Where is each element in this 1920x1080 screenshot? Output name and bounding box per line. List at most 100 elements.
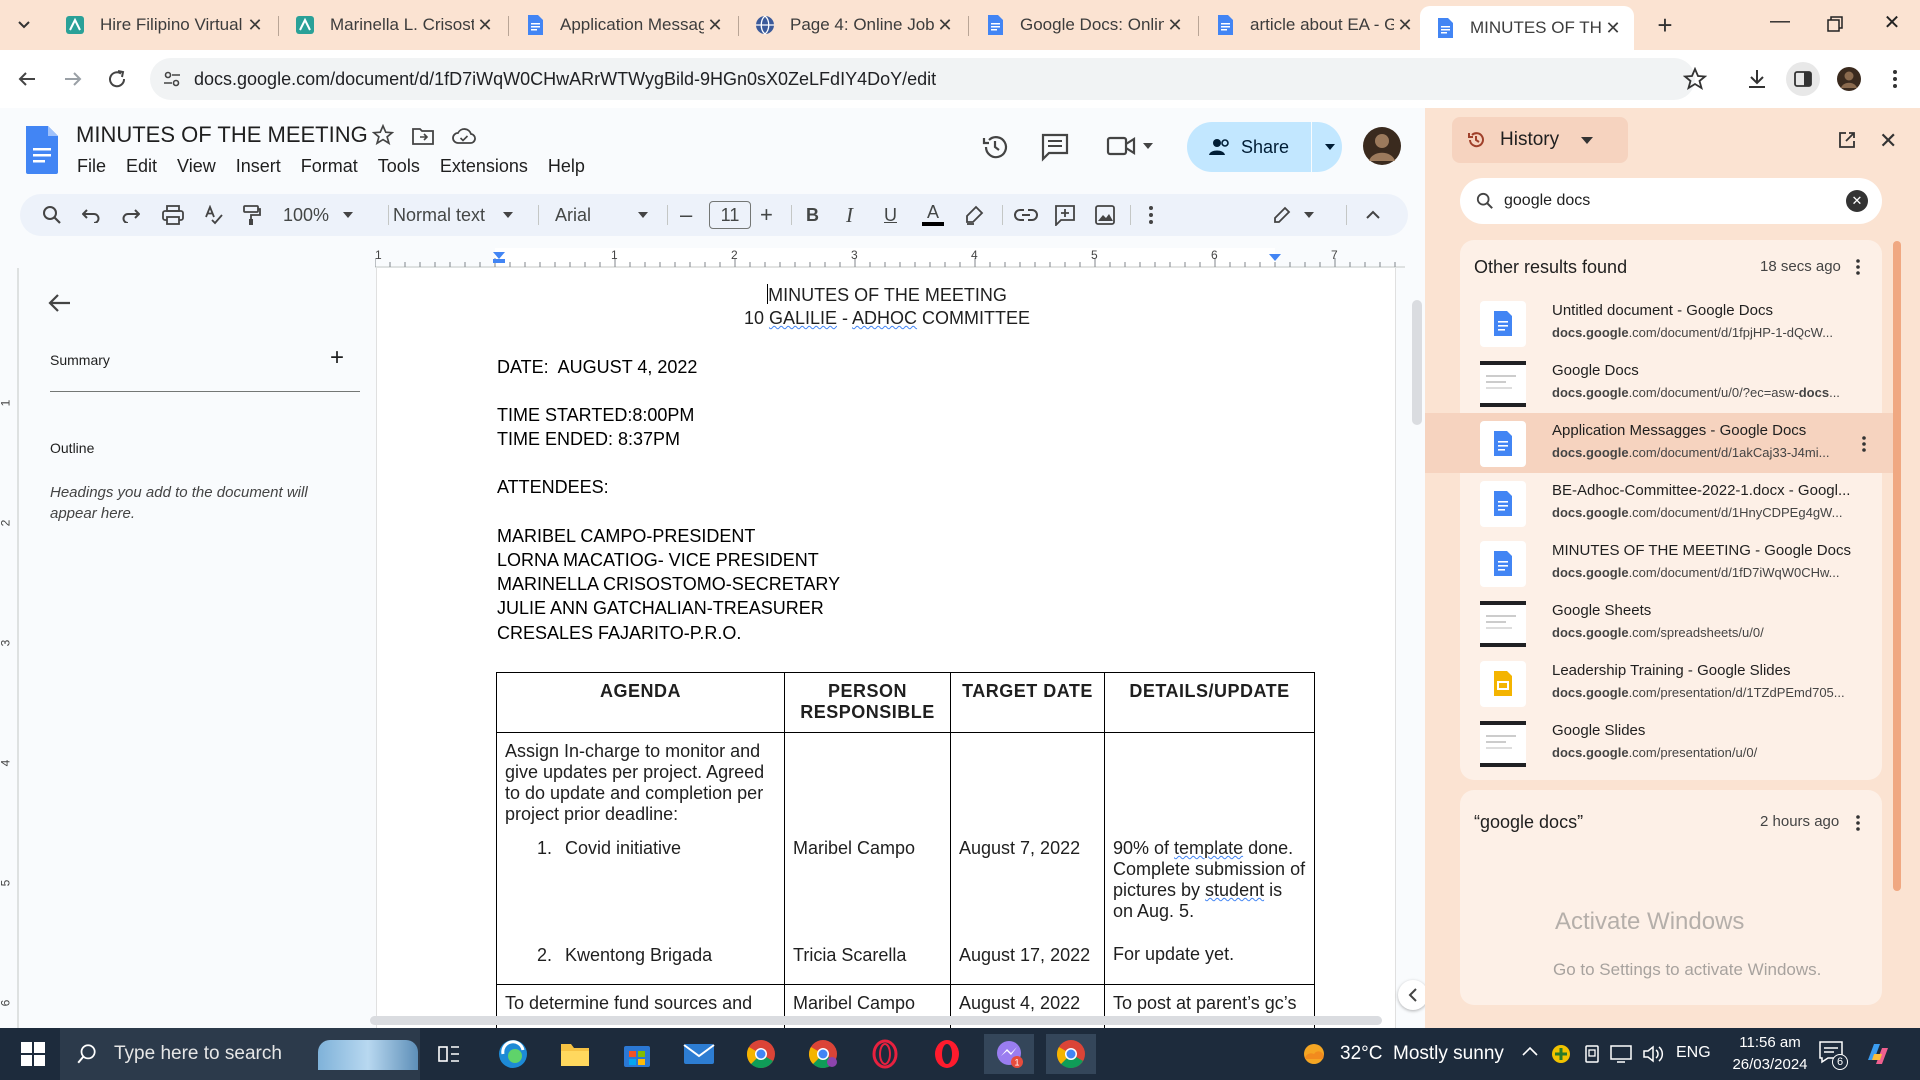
history-result-item[interactable]: BE-Adhoc-Committee-2022-1.docx - Googl..… — [1425, 473, 1895, 533]
result-menu-icon[interactable] — [1861, 435, 1867, 453]
back-arrow-icon[interactable] — [48, 292, 72, 314]
close-tab-icon[interactable]: ✕ — [1164, 15, 1186, 36]
history-scrollbar[interactable] — [1893, 241, 1901, 891]
decrease-font-size-button[interactable]: – — [680, 194, 692, 236]
print-icon[interactable] — [162, 194, 184, 236]
spellcheck-icon[interactable] — [204, 194, 224, 236]
omnibox[interactable]: docs.google.com/document/d/1fD7iWqW0CHwA… — [150, 58, 1695, 100]
comments-icon[interactable] — [1040, 132, 1070, 162]
close-tab-icon[interactable]: ✕ — [474, 15, 496, 36]
messenger-icon[interactable]: 1 — [984, 1034, 1034, 1074]
history-result-item[interactable]: Application Messagges - Google Docs docs.… — [1425, 413, 1895, 473]
menu-file[interactable]: File — [77, 156, 106, 177]
font-size-input[interactable]: 11 — [709, 201, 751, 229]
star-icon[interactable] — [372, 124, 394, 146]
history-result-item[interactable]: MINUTES OF THE MEETING - Google Docs docs… — [1425, 533, 1895, 593]
menu-tools[interactable]: Tools — [378, 156, 420, 177]
clear-search-icon[interactable]: ✕ — [1846, 190, 1868, 212]
bold-button[interactable]: B — [806, 194, 819, 236]
show-hidden-icons[interactable] — [1522, 1046, 1538, 1056]
horizontal-scrollbar[interactable] — [370, 1016, 1382, 1025]
close-tab-icon[interactable]: ✕ — [704, 15, 726, 36]
menu-help[interactable]: Help — [548, 156, 585, 177]
table-cell-date[interactable]: August 7, 2022 August 17, 2022 — [950, 732, 1105, 985]
restore-icon[interactable] — [1814, 10, 1854, 40]
menu-extensions[interactable]: Extensions — [440, 156, 528, 177]
weather-widget[interactable]: 32°C Mostly sunny — [1300, 1028, 1504, 1080]
horizontal-ruler[interactable]: 1 1 2 3 4 5 6 7 — [375, 248, 1405, 268]
vertical-ruler[interactable]: 1 2 3 4 5 6 — [0, 268, 20, 1028]
misspelled-word[interactable]: ADHOC — [852, 308, 917, 328]
file-explorer-icon[interactable] — [550, 1034, 600, 1074]
mail-icon[interactable] — [674, 1034, 724, 1074]
close-tab-icon[interactable]: ✕ — [1602, 18, 1624, 39]
misspelled-word[interactable]: student — [1205, 880, 1264, 900]
browser-tab[interactable]: Marinella L. Crisostor ✕ — [280, 8, 506, 42]
history-search-input[interactable]: google docs ✕ — [1460, 178, 1882, 224]
back-icon[interactable] — [12, 64, 42, 94]
chevron-down-icon[interactable] — [1324, 143, 1336, 151]
copilot-icon[interactable] — [1864, 1040, 1892, 1068]
text-color-button[interactable]: A — [922, 194, 944, 236]
redo-icon[interactable] — [122, 194, 140, 236]
meet-icon[interactable] — [1106, 132, 1154, 160]
history-dropdown[interactable]: History — [1452, 117, 1628, 163]
browser-tab-active[interactable]: MINUTES OF THE ME ✕ — [1420, 6, 1634, 50]
misspelled-word[interactable]: template — [1174, 838, 1243, 858]
italic-button[interactable]: I — [846, 194, 853, 236]
open-in-new-tab-icon[interactable] — [1837, 130, 1857, 150]
volume-icon[interactable] — [1642, 1044, 1664, 1064]
add-summary-button[interactable]: + — [330, 344, 344, 372]
collapse-side-panel-button[interactable] — [1398, 980, 1428, 1010]
undo-icon[interactable] — [82, 194, 100, 236]
menu-edit[interactable]: Edit — [126, 156, 157, 177]
reload-icon[interactable] — [102, 64, 132, 94]
microsoft-store-icon[interactable] — [612, 1034, 662, 1074]
history-result-item[interactable]: Untitled document - Google Docs docs.goog… — [1425, 293, 1895, 353]
notification-center-icon[interactable]: 6 — [1818, 1040, 1848, 1070]
table-cell-details[interactable]: 90% of template done. Complete submissio… — [1104, 732, 1315, 985]
browser-tab[interactable]: Google Docs: Online ✕ — [970, 8, 1196, 42]
hide-menus-icon[interactable] — [1366, 194, 1380, 236]
bookmark-star-icon[interactable] — [1680, 64, 1710, 94]
editing-mode-icon[interactable] — [1272, 194, 1314, 236]
new-tab-button[interactable]: + — [1650, 10, 1680, 40]
menu-format[interactable]: Format — [301, 156, 358, 177]
chrome-profile-icon[interactable] — [798, 1034, 848, 1074]
document-page[interactable]: MINUTES OF THE MEETING 10 GALILIE - ADHO… — [376, 268, 1396, 1028]
download-icon[interactable] — [1742, 64, 1772, 94]
chrome-icon[interactable] — [736, 1034, 786, 1074]
misspelled-word[interactable]: GALILIE — [769, 308, 837, 328]
insert-image-icon[interactable] — [1094, 194, 1116, 236]
opera-icon[interactable] — [922, 1034, 972, 1074]
history-result-item[interactable]: Leadership Training - Google Slides docs.… — [1425, 653, 1895, 713]
site-info-icon[interactable] — [150, 68, 194, 90]
section-menu-icon[interactable] — [1855, 258, 1861, 276]
menu-insert[interactable]: Insert — [236, 156, 281, 177]
document-title[interactable]: MINUTES OF THE MEETING — [76, 122, 368, 148]
browser-tab[interactable]: Application Messagg ✕ — [510, 8, 736, 42]
font-select[interactable]: Arial — [555, 194, 648, 236]
taskbar-search-box[interactable]: Type here to search — [60, 1028, 420, 1080]
agenda-table[interactable]: AGENDA PERSON RESPONSIBLE TARGET DATE DE… — [496, 672, 1315, 1028]
browser-tab[interactable]: Page 4: Online Jobs i ✕ — [740, 8, 966, 42]
add-comment-icon[interactable] — [1054, 194, 1076, 236]
profile-avatar[interactable] — [1834, 64, 1864, 94]
search-menus-icon[interactable] — [42, 194, 62, 236]
increase-font-size-button[interactable]: + — [760, 194, 773, 236]
more-options-icon[interactable] — [1148, 194, 1154, 236]
style-select[interactable]: Normal text — [393, 194, 514, 236]
section-menu-icon[interactable] — [1855, 814, 1861, 832]
browser-menu-icon[interactable] — [1880, 64, 1910, 94]
windows-start-icon[interactable] — [8, 1034, 58, 1074]
language-indicator[interactable]: ENG — [1676, 1044, 1711, 1062]
table-cell-person[interactable]: Maribel Campo Tricia Scarella — [784, 732, 951, 985]
task-view-icon[interactable] — [424, 1034, 474, 1074]
close-tab-icon[interactable]: ✕ — [934, 15, 956, 36]
zoom-select[interactable]: 100% — [283, 194, 354, 236]
docs-logo-icon[interactable] — [24, 126, 60, 174]
close-panel-icon[interactable]: ✕ — [1879, 128, 1897, 154]
tray-app-icon[interactable] — [1551, 1044, 1571, 1064]
share-button[interactable]: Share — [1187, 122, 1342, 172]
network-icon[interactable] — [1610, 1044, 1632, 1064]
